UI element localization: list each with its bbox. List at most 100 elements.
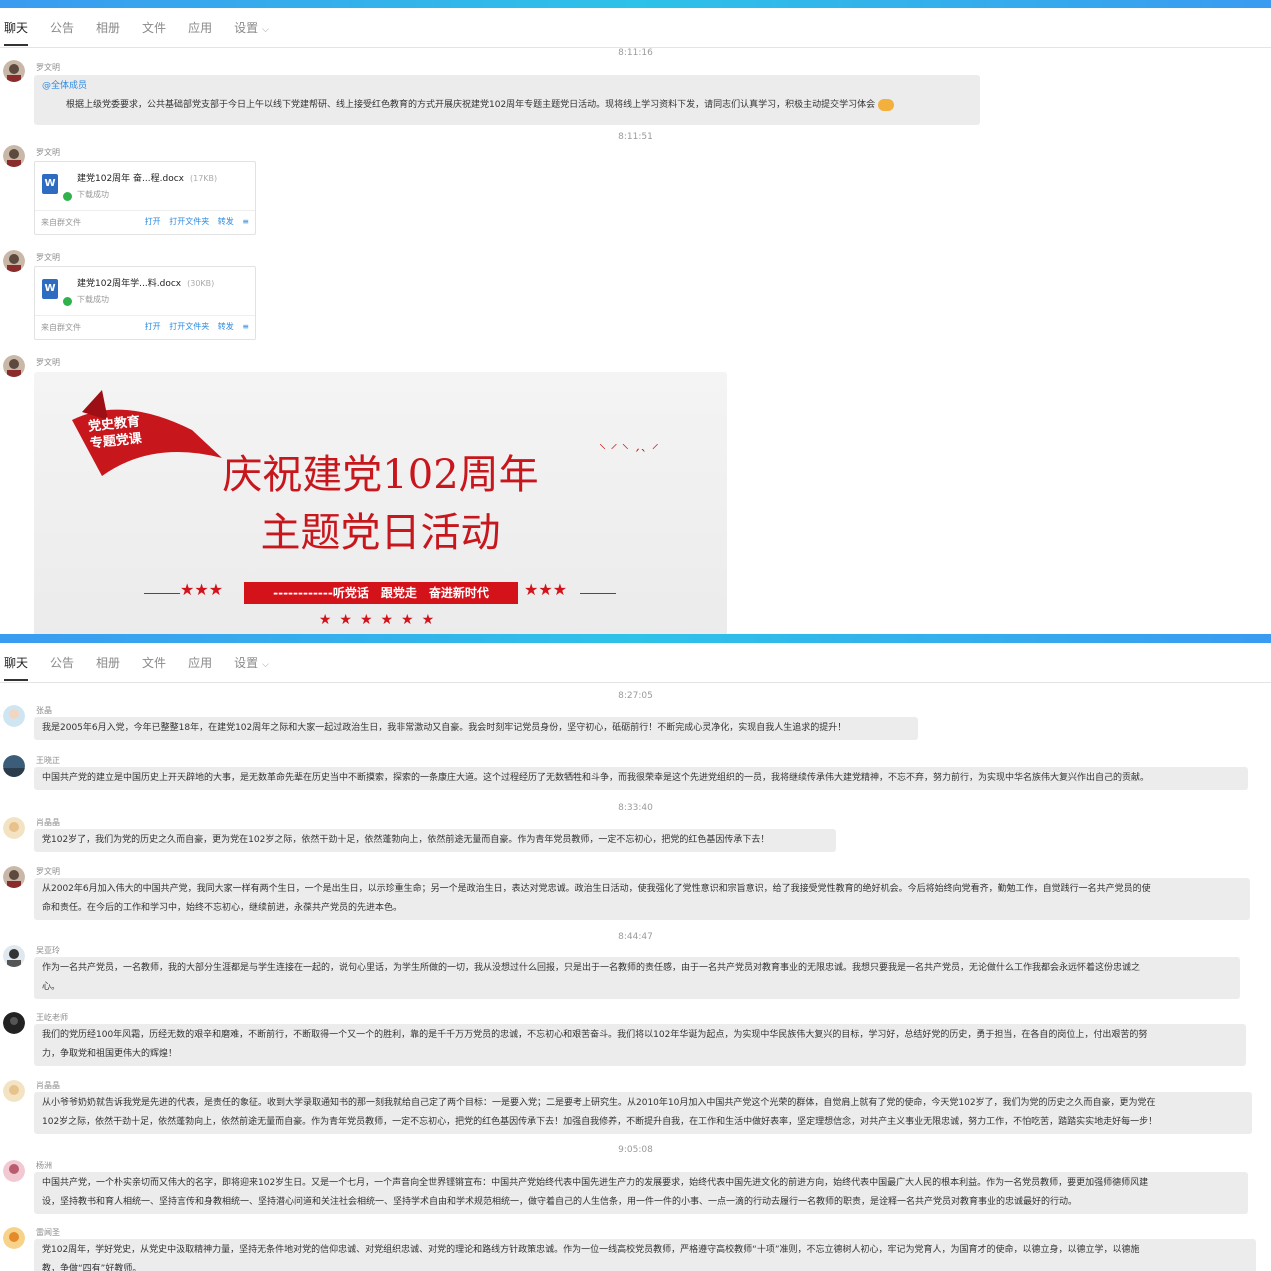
message-bubble[interactable]: 党102周年，学好党史，从党史中汲取精神力量，坚持无条件地对党的信仰忠诚、对党组… <box>34 1239 1256 1271</box>
chat-panel-top: 聊天 公告 相册 文件 应用 设置 ⌵ 8:11:16 罗文明 @全体成员 根据上… <box>0 8 1271 634</box>
tab-label: 公告 <box>50 655 75 670</box>
file-card-footer: 来自群文件 打开 打开文件夹 转发 ≡ <box>35 315 255 339</box>
mention-all[interactable]: @全体成员 <box>42 77 972 96</box>
word-file-icon: W <box>42 279 58 299</box>
chevron-down-icon: ⌵ <box>262 659 269 670</box>
message-bubble[interactable]: 党102岁了，我们为党的历史之久而自豪，更为党在102岁之际，依然干劲十足，依然… <box>34 829 836 852</box>
message-bubble[interactable]: 我们的党历经100年风霜，历经无数的艰辛和磨难，不断前行，不断取得一个又一个的胜… <box>34 1024 1246 1066</box>
tab-chat[interactable]: 聊天 <box>4 643 29 683</box>
tab-bar: 聊天 公告 相册 文件 应用 设置 ⌵ <box>0 8 1271 48</box>
menu-icon[interactable]: ≡ <box>242 217 249 226</box>
tab-apps[interactable]: 应用 <box>188 8 212 48</box>
message-text: 党102周年，学好党史，从党史中汲取精神力量，坚持无条件地对党的信仰忠诚、对党组… <box>42 1245 1140 1255</box>
decor-line <box>580 593 616 594</box>
tab-label: 设置 <box>234 655 259 670</box>
tab-chat[interactable]: 聊天 <box>4 8 29 48</box>
timestamp: 9:05:08 <box>618 1145 653 1155</box>
open-file-link[interactable]: 打开 <box>145 322 161 331</box>
forward-link[interactable]: 转发 <box>218 322 234 331</box>
tab-settings[interactable]: 设置 ⌵ <box>234 8 269 48</box>
message-text: 102岁之际，依然干劲十足，依然蓬勃向上，依然前途无量而自豪。作为青年党员教师，… <box>42 1117 1158 1127</box>
tab-label: 应用 <box>188 655 213 670</box>
message-bubble[interactable]: 从2002年6月加入伟大的中国共产党，我同大家一样有两个生日，一个是出生日，以示… <box>34 878 1250 920</box>
avatar[interactable] <box>3 866 25 888</box>
decor-line <box>144 593 180 594</box>
message-bubble[interactable]: 中国共产党，一个朴实亲切而又伟大的名字，即将迎来102岁生日。又是一个七月，一个… <box>34 1172 1248 1214</box>
message-text: 从2002年6月加入伟大的中国共产党，我同大家一样有两个生日，一个是出生日，以示… <box>42 884 1151 894</box>
tab-settings[interactable]: 设置 ⌵ <box>234 643 269 683</box>
tab-album[interactable]: 相册 <box>96 643 120 683</box>
message-bubble[interactable]: 作为一名共产党员，一名教师，我的大部分生涯都是与学生连接在一起的，说句心里话，为… <box>34 957 1240 999</box>
banner-slogan: ------------听党话 跟党走 奋进新时代 <box>244 582 518 604</box>
timestamp: 8:44:47 <box>618 932 653 942</box>
open-folder-link[interactable]: 打开文件夹 <box>169 217 209 226</box>
tab-album[interactable]: 相册 <box>96 8 120 48</box>
file-card[interactable]: W 建党102周年学...料.docx (30KB) 下载成功 来自群文件 打开 … <box>34 266 256 340</box>
message-text: 从小爷爷奶奶就告诉我党是先进的代表，是责任的象征。收到大学录取通知书的那一刻我就… <box>42 1098 1156 1108</box>
tab-label: 聊天 <box>4 20 29 35</box>
avatar[interactable] <box>3 145 25 167</box>
avatar[interactable] <box>3 60 25 82</box>
open-folder-link[interactable]: 打开文件夹 <box>169 322 209 331</box>
panel-divider <box>0 634 1271 643</box>
avatar[interactable] <box>3 945 25 967</box>
sender-name: 罗文明 <box>36 358 60 367</box>
message-bubble[interactable]: @全体成员 根据上级党委要求，公共基础部党支部于今日上午以线下党建帮研、线上接受… <box>34 75 980 125</box>
avatar[interactable] <box>3 1080 25 1102</box>
file-source: 来自群文件 <box>41 218 81 227</box>
open-file-link[interactable]: 打开 <box>145 217 161 226</box>
file-card[interactable]: W 建党102周年 奋...程.docx (17KB) 下载成功 来自群文件 打开… <box>34 161 256 235</box>
avatar[interactable] <box>3 1227 25 1249</box>
download-success-icon <box>63 192 72 201</box>
file-actions: 打开 打开文件夹 转发 ≡ <box>139 321 249 332</box>
file-status: 下载成功 <box>77 295 109 304</box>
tab-label: 应用 <box>188 20 213 35</box>
avatar[interactable] <box>3 817 25 839</box>
file-status: 下载成功 <box>77 190 109 199</box>
sender-name: 张晶 <box>36 706 52 715</box>
sender-name: 罗文明 <box>36 148 60 157</box>
tab-files[interactable]: 文件 <box>142 643 166 683</box>
stars-icon: ★★★★★★ <box>318 612 443 628</box>
tab-files[interactable]: 文件 <box>142 8 166 48</box>
tab-announcement[interactable]: 公告 <box>50 643 74 683</box>
timestamp: 8:33:40 <box>618 803 653 813</box>
window-top-bar <box>0 0 1271 8</box>
image-message[interactable]: 党史教育 专题党课 ⸜ ⸝ ⸜ ˏˎ ⸝ 庆祝建党102周年 主题党日活动 ★★★… <box>34 372 727 634</box>
stars-icon: ★★★ <box>524 580 568 599</box>
message-text: 根据上级党委要求，公共基础部党支部于今日上午以线下党建帮研、线上接受红色教育的方… <box>42 96 972 115</box>
avatar[interactable] <box>3 1160 25 1182</box>
avatar[interactable] <box>3 355 25 377</box>
message-text: 心。 <box>42 982 61 992</box>
tab-label: 公告 <box>50 20 75 35</box>
message-bubble[interactable]: 中国共产党的建立是中国历史上开天辟地的大事，是无数革命先辈在历史当中不断摸索，探… <box>34 767 1248 790</box>
forward-link[interactable]: 转发 <box>218 217 234 226</box>
message-text: 中国共产党，一个朴实亲切而又伟大的名字，即将迎来102岁生日。又是一个七月，一个… <box>42 1178 1149 1188</box>
word-file-icon: W <box>42 174 58 194</box>
file-card-footer: 来自群文件 打开 打开文件夹 转发 ≡ <box>35 210 255 234</box>
file-source: 来自群文件 <box>41 323 81 332</box>
avatar[interactable] <box>3 705 25 727</box>
message-bubble[interactable]: 我是2005年6月入党，今年已整整18年，在建党102周年之际和大家一起过政治生… <box>34 717 918 740</box>
avatar[interactable] <box>3 755 25 777</box>
sender-name: 吴亚玲 <box>36 946 60 955</box>
tab-apps[interactable]: 应用 <box>188 643 212 683</box>
banner-title-line2: 主题党日活动 <box>260 510 501 556</box>
sender-name: 罗文明 <box>36 63 60 72</box>
file-size: (17KB) <box>189 174 218 183</box>
menu-icon[interactable]: ≡ <box>242 322 249 331</box>
avatar[interactable] <box>3 250 25 272</box>
message-text: 党102岁了，我们为党的历史之久而自豪，更为党在102岁之际，依然干劲十足，依然… <box>42 835 770 845</box>
tab-announcement[interactable]: 公告 <box>50 8 74 48</box>
message-text: 力，争取党和祖国更伟大的辉煌！ <box>42 1049 178 1059</box>
message-text: 设，坚持教书和育人相统一、坚持言传和身教相统一、坚持潜心问道和关注社会相统一、坚… <box>42 1197 1078 1207</box>
tab-label: 聊天 <box>4 655 29 670</box>
tab-label: 相册 <box>96 20 121 35</box>
sender-name: 雷闻圣 <box>36 1228 60 1237</box>
banner-title-line1: 庆祝建党102周年 <box>222 452 539 498</box>
message-text: 我们的党历经100年风霜，历经无数的艰辛和磨难，不断前行，不断取得一个又一个的胜… <box>42 1030 1148 1040</box>
sender-name: 肖晶晶 <box>36 1081 60 1090</box>
message-bubble[interactable]: 从小爷爷奶奶就告诉我党是先进的代表，是责任的象征。收到大学录取通知书的那一刻我就… <box>34 1092 1252 1134</box>
avatar[interactable] <box>3 1012 25 1034</box>
timestamp: 8:11:16 <box>618 48 653 58</box>
